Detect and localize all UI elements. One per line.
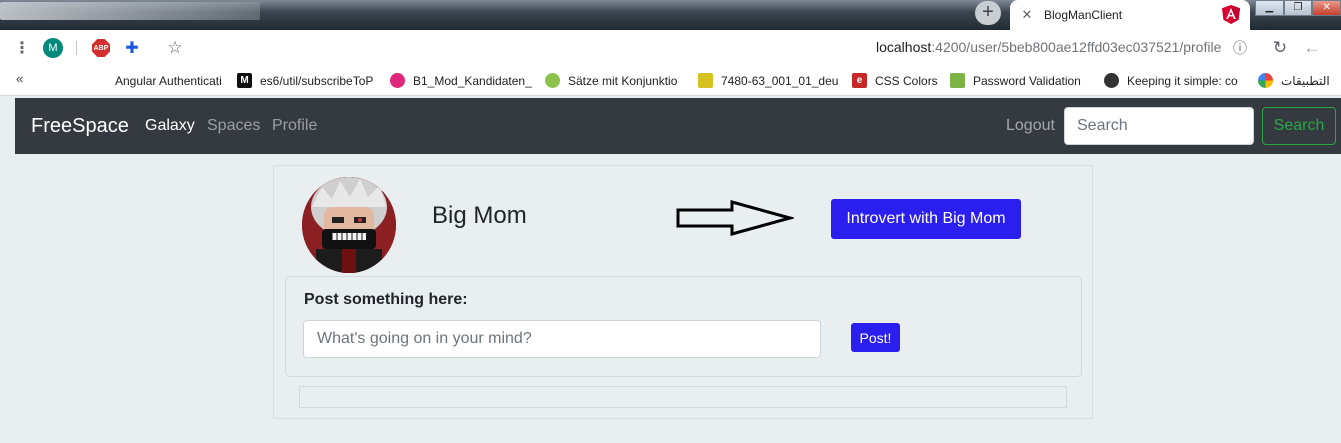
brand-link[interactable]: FreeSpace <box>31 115 129 138</box>
profile-name: Big Mom <box>432 202 527 229</box>
bookmark-item[interactable]: التطبيقات <box>1258 65 1330 96</box>
window-controls: ▁ ❐ ✕ <box>1255 0 1341 18</box>
arrow-annotation <box>676 200 794 236</box>
bookmark-label: Password Validation <box>973 73 1081 88</box>
bookmarks-more-icon[interactable]: « <box>16 71 23 86</box>
window-close-icon[interactable]: ✕ <box>1312 0 1341 16</box>
bookmarks-bar: « Angular Authenticati M es6/util/subscr… <box>0 65 1341 96</box>
bookmark-label: Keeping it simple: co <box>1127 73 1238 88</box>
address-bar[interactable]: localhost:4200/user/5beb800ae12ffd03ec03… <box>876 39 1221 55</box>
bookmark-star-icon[interactable]: ☆ <box>165 38 185 58</box>
nav-link-spaces[interactable]: Spaces <box>207 117 260 135</box>
browser-tab[interactable]: ✕ BlogManClient <box>1010 0 1250 30</box>
post-button[interactable]: Post! <box>851 323 900 352</box>
nav-link-profile[interactable]: Profile <box>272 117 317 135</box>
linux-icon <box>1104 73 1119 88</box>
background-window <box>0 2 260 20</box>
close-icon[interactable]: ✕ <box>1020 7 1034 23</box>
bookmark-item[interactable]: M es6/util/subscribeToP <box>237 65 373 96</box>
bookmark-item[interactable]: Keeping it simple: co <box>1104 65 1238 96</box>
bookmark-label: es6/util/subscribeToP <box>260 73 374 88</box>
medium-icon: M <box>237 73 252 88</box>
url-path: :4200/user/5beb800ae12ffd03ec037521/prof… <box>931 39 1222 55</box>
nav-link-galaxy[interactable]: Galaxy <box>145 117 195 135</box>
bookmark-item[interactable]: B1_Mod_Kandidaten_ <box>390 65 532 96</box>
profile-icon[interactable]: M <box>43 38 63 58</box>
bookmark-icon <box>390 73 405 88</box>
browser-tabstrip: + ✕ BlogManClient ▁ ❐ ✕ <box>0 0 1341 30</box>
angular-icon <box>1222 5 1240 24</box>
menu-icon[interactable]: ⋮ <box>12 38 32 58</box>
bookmark-icon <box>545 73 560 88</box>
bookmark-icon: e <box>852 73 867 88</box>
bookmark-item[interactable]: 7480-63_001_01_deu <box>698 65 838 96</box>
minimize-icon[interactable]: ▁ <box>1255 0 1284 16</box>
bookmark-label: التطبيقات <box>1281 73 1330 88</box>
bookmark-label: CSS Colors <box>875 73 938 88</box>
bookmark-label: Sätze mit Konjunktio <box>568 73 678 88</box>
avatar <box>302 177 396 273</box>
reload-icon[interactable]: ↻ <box>1270 38 1290 58</box>
bookmark-label: Angular Authenticati <box>115 73 222 88</box>
avatar-image <box>302 177 396 273</box>
search-input[interactable] <box>1064 107 1254 145</box>
bookmark-label: B1_Mod_Kandidaten_ <box>413 73 532 88</box>
post-input[interactable] <box>303 320 821 358</box>
bookmark-item[interactable]: Angular Authenticati <box>115 65 222 96</box>
bookmark-icon <box>698 73 713 88</box>
bookmark-label: 7480-63_001_01_deu <box>721 73 839 88</box>
adblock-icon[interactable]: ABP <box>92 39 110 57</box>
post-label: Post something here: <box>304 291 468 308</box>
bookmark-icon <box>950 73 965 88</box>
extensions-icon[interactable]: ✚ <box>122 38 142 58</box>
tab-title: BlogManClient <box>1044 8 1123 22</box>
app-navbar: FreeSpace Galaxy Spaces Profile Logout S… <box>15 98 1341 154</box>
new-tab-button[interactable]: + <box>975 1 1001 25</box>
posts-list <box>299 386 1067 408</box>
introvert-button[interactable]: Introvert with Big Mom <box>831 199 1021 239</box>
bookmark-item[interactable]: Sätze mit Konjunktio <box>545 65 677 96</box>
back-icon[interactable]: ← <box>1302 38 1322 58</box>
bookmark-item[interactable]: Password Validation <box>950 65 1081 96</box>
site-info-icon[interactable]: ⓘ <box>1230 38 1250 58</box>
logout-link[interactable]: Logout <box>1006 117 1055 135</box>
url-host: localhost <box>876 39 932 55</box>
browser-toolbar: ⋮ M ABP ✚ ☆ localhost:4200/user/5beb800a… <box>0 30 1341 65</box>
apps-icon <box>1258 73 1273 88</box>
search-button[interactable]: Search <box>1262 107 1336 145</box>
bookmark-item[interactable]: e CSS Colors <box>852 65 938 96</box>
maximize-icon[interactable]: ❐ <box>1283 0 1313 16</box>
toolbar-separator <box>76 41 77 55</box>
